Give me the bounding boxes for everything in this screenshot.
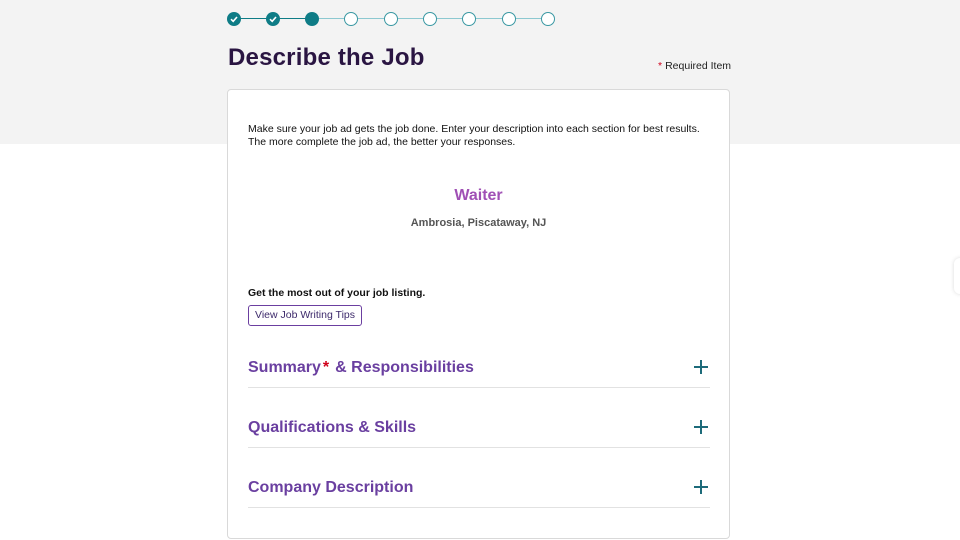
required-star: * [658,60,663,72]
job-title: Waiter [454,187,503,204]
section-title: Summary * & Responsibilities [248,359,474,377]
step-2-complete [266,12,280,26]
section-title: Qualifications & Skills [248,419,417,436]
intro-text: Make sure your job ad gets the job done.… [248,123,700,148]
section-title-part: Summary [248,359,321,376]
side-feedback-tab[interactable] [954,258,960,294]
tips-label: Get the most out of your job listing. [248,287,426,299]
step-3-current [305,12,319,26]
page-title: Describe the Job [228,44,425,71]
required-note-label: Required Item [665,60,732,72]
required-item-note: * Required Item [658,60,731,72]
step-4 [344,12,358,26]
step-6 [423,12,437,26]
plus-icon[interactable] [694,480,708,494]
step-7 [462,12,476,26]
plus-icon[interactable] [694,420,708,434]
checkmark-icon [230,16,238,23]
step-5 [384,12,398,26]
section-title-part: & Responsibilities [335,359,474,376]
section-summary-responsibilities[interactable]: Summary * & Responsibilities [248,347,710,388]
checkmark-icon [269,16,277,23]
job-location: Ambrosia, Piscataway, NJ [410,217,547,229]
step-8 [502,12,516,26]
plus-icon[interactable] [694,360,708,374]
job-description-card: Make sure your job ad gets the job done.… [227,89,730,539]
section-company-description[interactable]: Company Description [248,467,710,508]
required-star: * [322,359,330,376]
step-9 [541,12,555,26]
section-qualifications-skills[interactable]: Qualifications & Skills [248,407,710,448]
progress-stepper [0,0,960,40]
section-title: Company Description [248,479,414,496]
view-job-writing-tips-button[interactable]: View Job Writing Tips [248,305,362,326]
step-1-complete [227,12,241,26]
